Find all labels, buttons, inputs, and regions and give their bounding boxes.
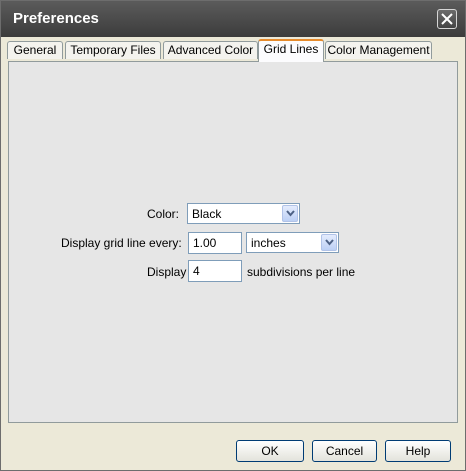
tab-general[interactable]: General [7, 41, 63, 59]
cancel-button[interactable]: Cancel [312, 440, 377, 462]
chevron-down-icon [325, 239, 334, 246]
color-select[interactable]: Black [187, 203, 300, 224]
unit-select[interactable]: inches [246, 232, 339, 253]
tab-temporary-files[interactable]: Temporary Files [65, 41, 161, 59]
subdivisions-suffix: subdivisions per line [247, 265, 356, 279]
color-select-arrow[interactable] [282, 205, 298, 222]
grid-spacing-label: Display grid line every: [61, 236, 182, 250]
window-title: Preferences [13, 10, 99, 27]
preferences-dialog: Preferences General Temporary Files Adva… [0, 0, 466, 471]
tab-advanced-color[interactable]: Advanced Color [163, 41, 258, 59]
grid-lines-panel: Color: Black Display grid line every: 1.… [8, 61, 458, 423]
title-bar[interactable]: Preferences [1, 1, 465, 37]
subdivisions-input[interactable]: 4 [188, 260, 242, 282]
tab-grid-lines[interactable]: Grid Lines [258, 39, 324, 62]
close-button[interactable] [437, 9, 457, 29]
subdivisions-label: Display [147, 265, 187, 279]
grid-spacing-input[interactable]: 1.00 [188, 232, 242, 254]
tab-color-management[interactable]: Color Management [325, 41, 432, 59]
color-select-value: Black [192, 207, 222, 221]
color-label: Color: [147, 207, 180, 221]
ok-button[interactable]: OK [236, 440, 304, 462]
help-button[interactable]: Help [385, 440, 451, 462]
unit-select-value: inches [251, 236, 286, 250]
unit-select-arrow[interactable] [321, 234, 337, 251]
close-icon [441, 13, 453, 25]
chevron-down-icon [286, 210, 295, 217]
